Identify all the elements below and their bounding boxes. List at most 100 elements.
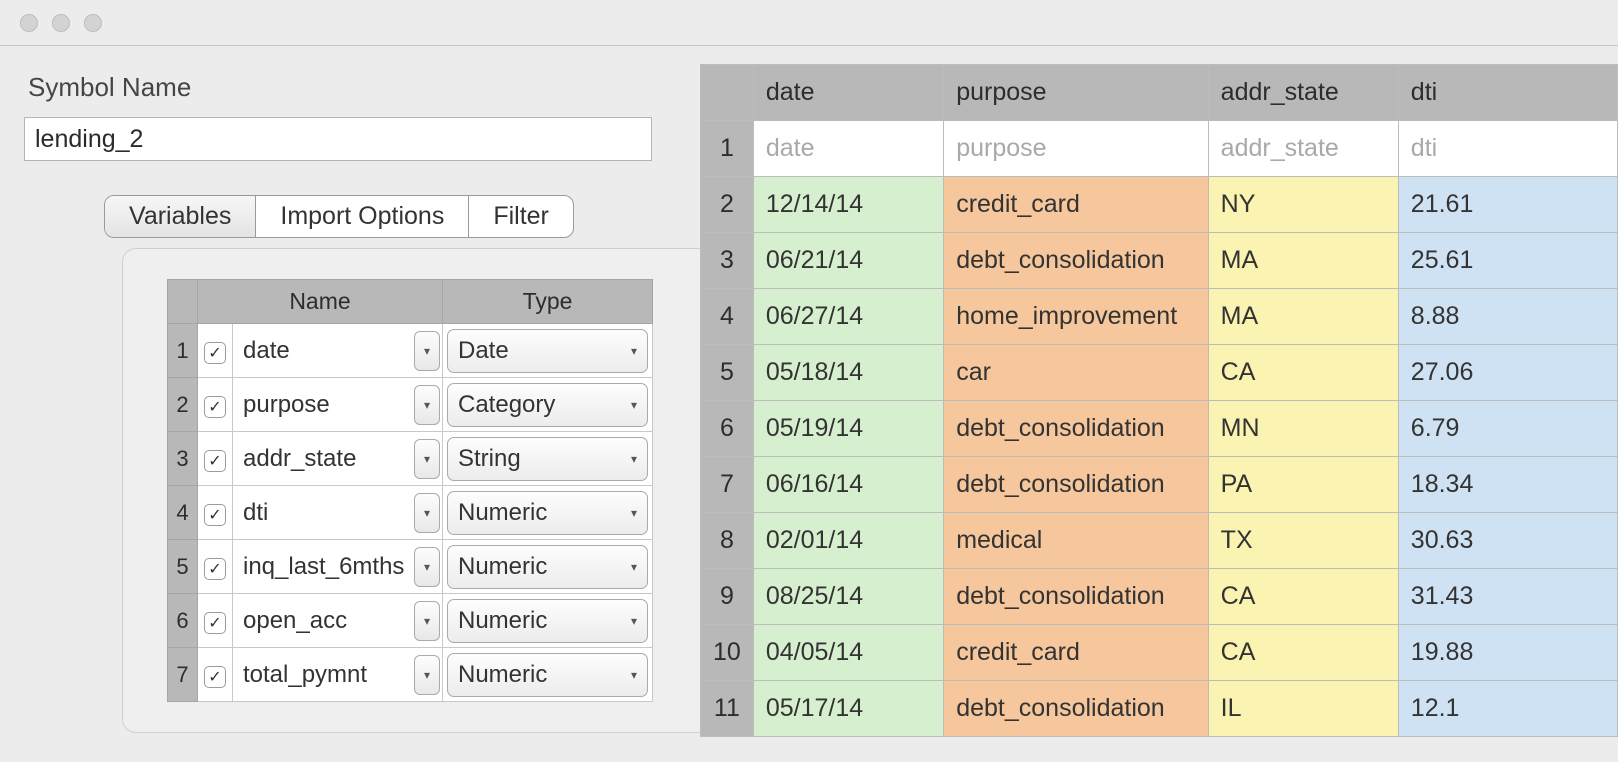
minimize-icon[interactable] xyxy=(52,14,70,32)
cell-date[interactable]: 06/21/14 xyxy=(753,233,943,289)
variable-type-cell: String▾ xyxy=(443,432,653,486)
cell-addr-state[interactable]: IL xyxy=(1208,681,1398,737)
variable-name-text: dti xyxy=(243,499,268,526)
variable-include-checkbox[interactable]: ✓ xyxy=(204,396,226,418)
variable-type-select[interactable]: Category▾ xyxy=(447,383,648,427)
cell-purpose[interactable]: medical xyxy=(944,513,1208,569)
variable-name-cell[interactable]: open_acc▾ xyxy=(233,594,443,648)
variable-include-checkbox[interactable]: ✓ xyxy=(204,612,226,634)
cell-purpose[interactable]: debt_consolidation xyxy=(944,681,1208,737)
cell-purpose[interactable]: debt_consolidation xyxy=(944,401,1208,457)
cell-dti[interactable]: 30.63 xyxy=(1398,513,1617,569)
cell-addr-state[interactable]: MN xyxy=(1208,401,1398,457)
preview-header-cell[interactable]: addr_state xyxy=(1208,121,1398,177)
variable-name-dropdown[interactable]: ▾ xyxy=(414,385,440,425)
cell-date[interactable]: 06/27/14 xyxy=(753,289,943,345)
preview-header-cell[interactable]: dti xyxy=(1398,121,1617,177)
variable-name-dropdown[interactable]: ▾ xyxy=(414,439,440,479)
cell-purpose[interactable]: debt_consolidation xyxy=(944,233,1208,289)
cell-addr-state[interactable]: CA xyxy=(1208,625,1398,681)
variable-name-dropdown[interactable]: ▾ xyxy=(414,331,440,371)
data-preview-table: date purpose addr_state dti 1datepurpose… xyxy=(700,64,1618,737)
chevron-down-icon: ▾ xyxy=(631,452,637,466)
variable-name-dropdown[interactable]: ▾ xyxy=(414,547,440,587)
tab-import-options[interactable]: Import Options xyxy=(256,196,469,237)
cell-purpose[interactable]: credit_card xyxy=(944,625,1208,681)
variable-include-cell: ✓ xyxy=(198,540,233,594)
variable-type-select[interactable]: Numeric▾ xyxy=(447,491,648,535)
variable-name-dropdown[interactable]: ▾ xyxy=(414,493,440,533)
variable-name-dropdown[interactable]: ▾ xyxy=(414,655,440,695)
symbol-name-input[interactable] xyxy=(24,117,652,161)
import-config-panel: Symbol Name Variables Import Options Fil… xyxy=(0,46,700,762)
variable-include-checkbox[interactable]: ✓ xyxy=(204,666,226,688)
cell-date[interactable]: 12/14/14 xyxy=(753,177,943,233)
cell-purpose[interactable]: home_improvement xyxy=(944,289,1208,345)
cell-dti[interactable]: 25.61 xyxy=(1398,233,1617,289)
col-header-addr-state[interactable]: addr_state xyxy=(1208,65,1398,121)
variable-rownum: 2 xyxy=(168,378,198,432)
close-icon[interactable] xyxy=(20,14,38,32)
variable-name-cell[interactable]: inq_last_6mths▾ xyxy=(233,540,443,594)
cell-purpose[interactable]: debt_consolidation xyxy=(944,457,1208,513)
cell-date[interactable]: 04/05/14 xyxy=(753,625,943,681)
cell-dti[interactable]: 6.79 xyxy=(1398,401,1617,457)
variable-type-select[interactable]: Numeric▾ xyxy=(447,653,648,697)
preview-header-cell[interactable]: date xyxy=(753,121,943,177)
cell-addr-state[interactable]: NY xyxy=(1208,177,1398,233)
variables-table: Name Type 1✓date▾Date▾2✓purpose▾Category… xyxy=(167,279,653,702)
variable-type-select[interactable]: Numeric▾ xyxy=(447,545,648,589)
variable-type-select[interactable]: Numeric▾ xyxy=(447,599,648,643)
cell-date[interactable]: 06/16/14 xyxy=(753,457,943,513)
cell-dti[interactable]: 27.06 xyxy=(1398,345,1617,401)
cell-date[interactable]: 05/18/14 xyxy=(753,345,943,401)
cell-dti[interactable]: 8.88 xyxy=(1398,289,1617,345)
cell-date[interactable]: 05/19/14 xyxy=(753,401,943,457)
variable-type-text: Date xyxy=(458,337,509,365)
variable-name-cell[interactable]: addr_state▾ xyxy=(233,432,443,486)
col-header-dti[interactable]: dti xyxy=(1398,65,1617,121)
cell-date[interactable]: 02/01/14 xyxy=(753,513,943,569)
preview-row: 706/16/14debt_consolidationPA18.34 xyxy=(701,457,1618,513)
cell-dti[interactable]: 21.61 xyxy=(1398,177,1617,233)
variable-type-select[interactable]: Date ▾ xyxy=(447,329,648,373)
cell-addr-state[interactable]: CA xyxy=(1208,345,1398,401)
col-header-date[interactable]: date xyxy=(753,65,943,121)
preview-header-cell[interactable]: purpose xyxy=(944,121,1208,177)
tab-filter[interactable]: Filter xyxy=(469,196,573,237)
cell-addr-state[interactable]: MA xyxy=(1208,233,1398,289)
variable-name-cell[interactable]: purpose▾ xyxy=(233,378,443,432)
variable-type-select[interactable]: String▾ xyxy=(447,437,648,481)
zoom-icon[interactable] xyxy=(84,14,102,32)
variable-name-dropdown[interactable]: ▾ xyxy=(414,601,440,641)
variable-include-checkbox[interactable]: ✓ xyxy=(204,504,226,526)
cell-purpose[interactable]: car xyxy=(944,345,1208,401)
variable-name-cell[interactable]: date▾ xyxy=(233,324,443,378)
cell-date[interactable]: 08/25/14 xyxy=(753,569,943,625)
cell-addr-state[interactable]: TX xyxy=(1208,513,1398,569)
cell-purpose[interactable]: credit_card xyxy=(944,177,1208,233)
cell-addr-state[interactable]: PA xyxy=(1208,457,1398,513)
col-header-purpose[interactable]: purpose xyxy=(944,65,1208,121)
chevron-down-icon: ▾ xyxy=(631,344,637,358)
cell-dti[interactable]: 12.1 xyxy=(1398,681,1617,737)
cell-dti[interactable]: 18.34 xyxy=(1398,457,1617,513)
cell-dti[interactable]: 31.43 xyxy=(1398,569,1617,625)
cell-addr-state[interactable]: MA xyxy=(1208,289,1398,345)
variable-include-checkbox[interactable]: ✓ xyxy=(204,558,226,580)
variable-row: 3✓addr_state▾String▾ xyxy=(168,432,653,486)
variable-row: 1 ✓ date▾ Date ▾ xyxy=(168,324,653,378)
config-tabs: Variables Import Options Filter xyxy=(104,195,574,238)
variable-include-checkbox[interactable]: ✓ xyxy=(204,450,226,472)
cell-addr-state[interactable]: CA xyxy=(1208,569,1398,625)
variable-name-cell[interactable]: dti ▾ xyxy=(233,486,443,540)
cell-dti[interactable]: 19.88 xyxy=(1398,625,1617,681)
cell-date[interactable]: 05/17/14 xyxy=(753,681,943,737)
variable-name-cell[interactable]: total_pymnt▾ xyxy=(233,648,443,702)
cell-purpose[interactable]: debt_consolidation xyxy=(944,569,1208,625)
variable-include-checkbox[interactable]: ✓ xyxy=(204,342,226,364)
variables-panel: Name Type 1✓date▾Date▾2✓purpose▾Category… xyxy=(122,248,762,733)
preview-row: 1105/17/14debt_consolidationIL12.1 xyxy=(701,681,1618,737)
tab-variables[interactable]: Variables xyxy=(105,196,256,237)
variable-rownum: 1 xyxy=(168,324,198,378)
